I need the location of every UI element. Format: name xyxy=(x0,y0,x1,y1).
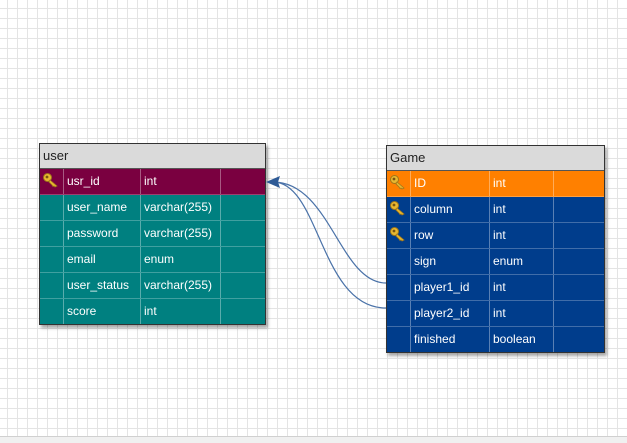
relation-player1-to-user[interactable] xyxy=(272,181,387,284)
relation-player2-to-user[interactable] xyxy=(272,181,387,309)
relation-connectors xyxy=(266,176,387,309)
arrowhead-icon xyxy=(266,176,280,188)
